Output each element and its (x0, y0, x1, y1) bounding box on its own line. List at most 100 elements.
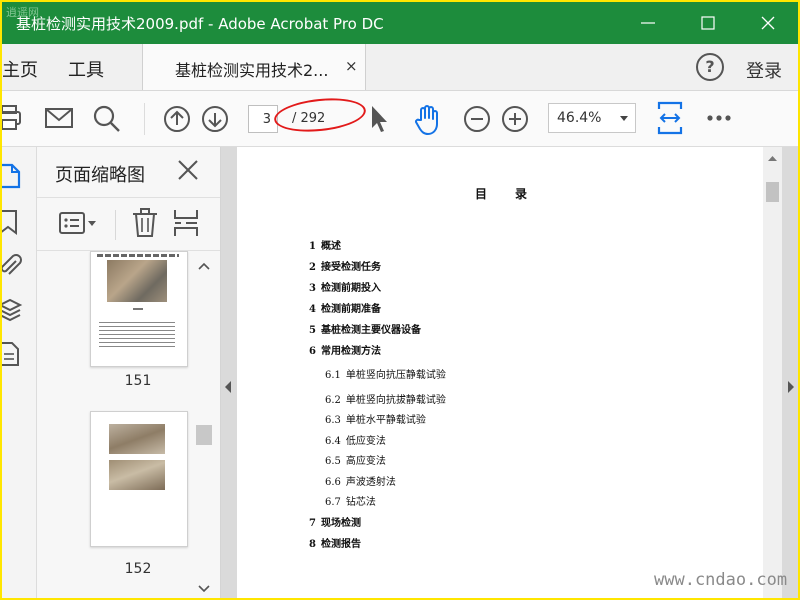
thumbnail-caption (133, 308, 143, 310)
home-tab[interactable]: 主页 (2, 56, 38, 82)
print-button[interactable] (2, 91, 26, 146)
toc-entry-number: 1 (309, 241, 316, 252)
toc-entry[interactable]: 2 接受检测任务 (309, 258, 381, 273)
toc-entry-title: 现场检测 (320, 518, 361, 529)
options-menu-icon[interactable] (59, 210, 99, 240)
maximize-button[interactable] (678, 2, 738, 44)
minimize-icon (641, 22, 655, 24)
toc-entry-title: 单桩竖向抗压静载试验 (345, 370, 446, 381)
toc-entry-number: 3 (309, 283, 316, 294)
panel-toolbar (37, 197, 220, 251)
toc-entry-title: 常用检测方法 (320, 346, 381, 357)
search-button[interactable] (90, 91, 124, 146)
email-button[interactable] (42, 91, 76, 146)
toc-entry[interactable]: 3 检测前期投入 (309, 279, 381, 294)
more-icon (707, 115, 731, 121)
toc-entry-number: 6.7 (325, 497, 341, 508)
attachment-icon[interactable] (2, 253, 24, 279)
app-window: 逍遥网 基桩检测实用技术2009.pdf - Adobe Acrobat Pro… (2, 2, 798, 598)
layers-icon[interactable] (2, 297, 24, 323)
print-icon (2, 105, 21, 130)
next-page-button[interactable] (198, 91, 230, 146)
toc-entry-title: 单桩水平静载试验 (345, 415, 426, 426)
close-window-button[interactable] (738, 2, 798, 44)
more-tools-button[interactable] (704, 91, 734, 146)
document-tab-label: 基桩检测实用技术2... (175, 61, 329, 80)
toc-entry-number: 6.5 (325, 456, 341, 467)
page-thumbnail-151[interactable] (90, 251, 188, 367)
thumbnail-list: 151 152 (37, 251, 220, 598)
collapse-left-icon[interactable] (225, 381, 231, 393)
scrollbar-thumb[interactable] (766, 182, 779, 202)
bookmark-icon[interactable] (2, 209, 24, 235)
toc-entry[interactable]: 6.6 声波透射法 (325, 473, 396, 488)
document-properties-icon[interactable] (2, 341, 24, 367)
toc-entry-title: 检测前期投入 (320, 283, 381, 294)
toc-entry-title: 基桩检测主要仪器设备 (320, 325, 421, 336)
page-thumbnail-152[interactable] (90, 411, 188, 547)
toc-entry[interactable]: 7 现场检测 (309, 514, 361, 529)
document-scrollbar[interactable] (763, 147, 782, 598)
document-tab[interactable]: 基桩检测实用技术2... × (142, 44, 366, 90)
toolbar: 3 / 292 46.4% (2, 91, 798, 147)
scrollbar-thumb[interactable] (196, 425, 212, 445)
toc-entry[interactable]: 1 概述 (309, 237, 341, 252)
hand-tool-button[interactable] (410, 91, 444, 146)
chevron-up-icon[interactable] (195, 259, 213, 273)
toc-entry[interactable]: 6.2 单桩竖向抗拔静载试验 (325, 391, 446, 406)
zoom-out-button[interactable] (460, 91, 492, 146)
toc-entry-number: 6.3 (325, 415, 341, 426)
toc-entry[interactable]: 6.1 单桩竖向抗压静载试验 (325, 366, 446, 381)
fit-width-button[interactable] (654, 91, 684, 146)
navigation-rail (2, 147, 37, 598)
collapse-right-icon[interactable] (788, 381, 794, 393)
minimize-button[interactable] (618, 2, 678, 44)
close-tab-icon[interactable]: × (345, 57, 358, 75)
chevron-down-icon[interactable] (195, 582, 213, 596)
toc-entry-title: 单桩竖向抗拔静载试验 (345, 395, 446, 406)
toc-entry-number: 6.1 (325, 370, 341, 381)
toc-entry[interactable]: 6.4 低应变法 (325, 432, 386, 447)
toc-entry-number: 5 (309, 325, 316, 336)
thumbnail-scrollbar[interactable] (195, 259, 213, 596)
help-icon[interactable]: ? (696, 53, 724, 81)
panel-divider (115, 210, 116, 240)
toc-entry[interactable]: 6.7 钻芯法 (325, 493, 376, 508)
page-thumbnails-panel: 页面缩略图 151 152 (37, 147, 221, 598)
trash-icon[interactable] (132, 208, 158, 238)
toc-entry-title: 检测前期准备 (320, 304, 381, 315)
close-panel-icon[interactable] (177, 159, 199, 181)
arrow-down-circle-icon (202, 106, 228, 132)
zoom-value: 46.4% (557, 110, 602, 126)
toc-entry[interactable]: 4 检测前期准备 (309, 300, 381, 315)
thumbnail-text-lines (97, 254, 179, 257)
page-thumbnails-icon[interactable] (2, 163, 24, 189)
thumbnail-label: 151 (124, 373, 152, 389)
zoom-select[interactable]: 46.4% (548, 103, 636, 133)
toc-entry[interactable]: 6 常用检测方法 (309, 342, 381, 357)
fit-width-icon (657, 101, 683, 135)
select-tool-button[interactable] (364, 91, 392, 146)
toc-entry-title: 低应变法 (345, 436, 386, 447)
toc-entry-number: 8 (309, 539, 316, 550)
tools-tab[interactable]: 工具 (68, 56, 104, 82)
toc-entry-title: 高应变法 (345, 456, 386, 467)
annotation-circle (272, 94, 368, 136)
login-link[interactable]: 登录 (746, 57, 782, 83)
email-icon (45, 108, 73, 128)
document-viewer[interactable]: 目录 1 概述 2 接受检测任务 3 检测前期投入 4 检测前期准备 5 基桩检测主要仪器设备 6 常… (221, 147, 798, 598)
scroll-up-icon[interactable] (763, 151, 782, 165)
toc-entry-number: 6.2 (325, 395, 341, 406)
toc-entry-number: 6 (309, 346, 316, 357)
toc-entry[interactable]: 6.3 单桩水平静载试验 (325, 411, 426, 426)
toc-entry-number: 6.6 (325, 477, 341, 488)
previous-page-button[interactable] (160, 91, 192, 146)
arrow-up-circle-icon (164, 106, 190, 132)
toc-entry[interactable]: 6.5 高应变法 (325, 452, 386, 467)
toc-entry[interactable]: 5 基桩检测主要仪器设备 (309, 321, 421, 336)
insert-page-icon[interactable] (173, 208, 201, 238)
toc-entry-number: 6.4 (325, 436, 341, 447)
thumbnail-photo (107, 260, 167, 302)
zoom-in-button[interactable] (498, 91, 530, 146)
toc-entry[interactable]: 8 检测报告 (309, 535, 361, 550)
